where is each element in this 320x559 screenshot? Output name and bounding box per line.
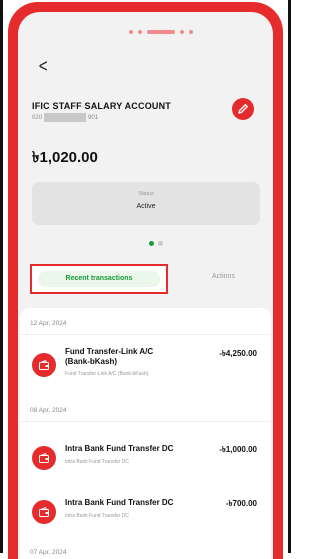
edit-button[interactable] xyxy=(232,98,254,120)
transaction-subtitle: Intra Bank Fund Transfer DC xyxy=(65,459,129,465)
transaction-title[interactable]: Fund Transfer-Link A/C (Bank-bKash) xyxy=(65,347,153,367)
wallet-icon xyxy=(32,446,56,470)
wallet-icon xyxy=(32,353,56,377)
divider xyxy=(20,334,271,335)
account-number-mask xyxy=(44,113,87,122)
account-balance: ৳1,020.00 xyxy=(32,149,98,166)
account-number-suffix: 901 xyxy=(88,114,99,121)
transaction-amount: -৳700.00 xyxy=(225,499,257,508)
account-number: 020 901 xyxy=(32,113,98,122)
tabs: Recent transactions Actions xyxy=(30,264,262,294)
transaction-subtitle: Fund Transfer-Link A/C (Bank-bKash) xyxy=(65,371,149,377)
transaction-subtitle: Intra Bank Fund Transfer DC xyxy=(65,513,129,519)
wallet-icon xyxy=(32,500,56,524)
tab-actions[interactable]: Actions xyxy=(212,273,235,280)
divider xyxy=(20,421,271,422)
back-icon[interactable]: < xyxy=(39,56,48,77)
transaction-title-line2: (Bank-bKash) xyxy=(65,357,118,366)
account-number-prefix: 020 xyxy=(32,114,43,121)
account-name: IFIC STAFF SALARY ACCOUNT xyxy=(32,101,171,111)
status-card: Status Active xyxy=(32,182,260,225)
page-dot-active[interactable] xyxy=(149,241,154,246)
transactions-panel xyxy=(20,308,271,559)
transaction-amount: -৳1,000.00 xyxy=(219,445,257,454)
status-value: Active xyxy=(136,203,156,210)
page-indicator xyxy=(149,241,163,246)
transaction-amount: -৳4,250.00 xyxy=(219,349,257,358)
status-label: Status xyxy=(138,191,154,197)
transaction-title-line1: Fund Transfer-Link A/C xyxy=(65,347,154,356)
tab-recent-transactions[interactable]: Recent transactions xyxy=(30,264,168,294)
page-dot[interactable] xyxy=(158,241,163,246)
transaction-title[interactable]: Intra Bank Fund Transfer DC xyxy=(65,498,173,508)
date-header: 08 Apr, 2024 xyxy=(30,407,67,414)
notch-indicator xyxy=(110,28,212,36)
date-header: 07 Apr, 2024 xyxy=(30,549,67,556)
pencil-icon xyxy=(238,104,248,114)
date-header: 12 Apr, 2024 xyxy=(30,320,67,327)
tab-recent-label: Recent transactions xyxy=(65,275,133,282)
transaction-title[interactable]: Intra Bank Fund Transfer DC xyxy=(65,444,173,454)
